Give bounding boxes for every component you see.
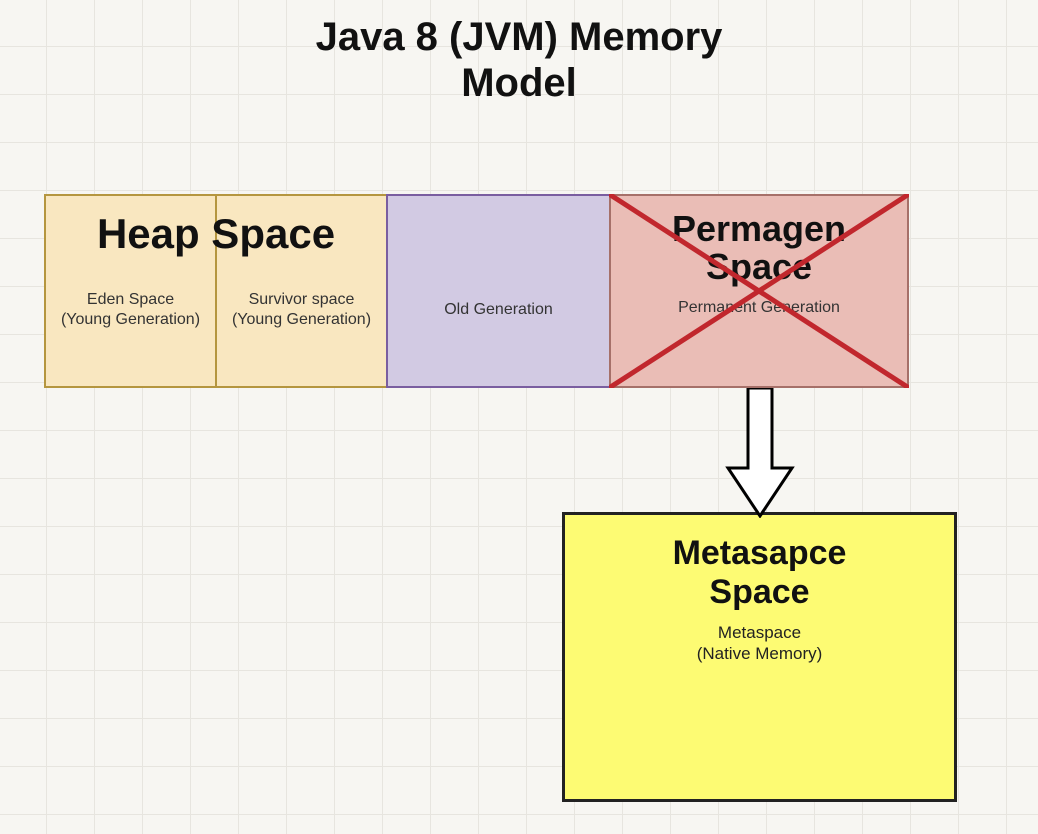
permgen-sublabel: Permanent Generation: [609, 298, 909, 318]
metaspace-sub-line-1: Metaspace: [718, 623, 801, 642]
permgen-title-line-1: Permagen: [672, 208, 846, 249]
old-generation-box: [386, 194, 611, 388]
metaspace-title-line-2: Space: [709, 573, 809, 611]
survivor-line-1: Survivor space: [249, 291, 355, 308]
permgen-title-line-2: Space: [706, 246, 812, 287]
permgen-title: Permagen Space: [609, 210, 909, 286]
title-line-2: Model: [461, 61, 577, 105]
metaspace-sublabel: Metaspace (Native Memory): [562, 622, 957, 665]
eden-line-1: Eden Space: [87, 291, 174, 308]
survivor-line-2: (Young Generation): [232, 311, 371, 328]
arrow-down-icon: [720, 388, 800, 518]
title-line-1: Java 8 (JVM) Memory: [316, 15, 723, 59]
eden-space-label: Eden Space (Young Generation): [44, 290, 217, 330]
metaspace-title-line-1: Metasapce: [673, 534, 847, 572]
survivor-space-label: Survivor space (Young Generation): [215, 290, 388, 330]
eden-line-2: (Young Generation): [61, 311, 200, 328]
metaspace-sub-line-2: (Native Memory): [697, 644, 823, 663]
metaspace-title: Metasapce Space: [562, 534, 957, 612]
old-generation-label: Old Generation: [386, 300, 611, 320]
diagram-title: Java 8 (JVM) Memory Model: [0, 14, 1038, 106]
